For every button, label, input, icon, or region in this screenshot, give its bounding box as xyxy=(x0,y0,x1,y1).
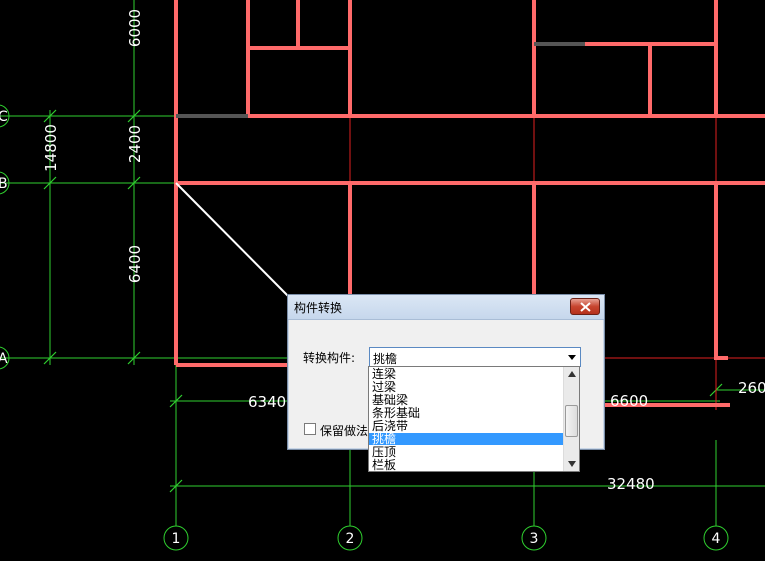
chevron-down-icon xyxy=(568,355,576,360)
component-dropdown-list[interactable]: 连梁 过梁 基础梁 条形基础 后浇带 挑檐 压顶 栏板 xyxy=(368,366,580,472)
convert-component-select[interactable]: 挑檐 xyxy=(369,347,581,367)
cad-canvas[interactable]: 6000 2400 14800 6400 6340 6600 260 32480… xyxy=(0,0,765,561)
dim-14800: 14800 xyxy=(42,124,60,172)
dim-6400: 6400 xyxy=(126,245,144,283)
axis-label-a: A xyxy=(0,351,8,367)
dim-32480: 32480 xyxy=(607,475,655,493)
axis-label-c: C xyxy=(0,109,8,125)
axis-label-b: B xyxy=(0,176,8,192)
keep-method-label: 保留做法 xyxy=(320,424,369,438)
axis-label-1: 1 xyxy=(172,531,181,547)
option-foundation-beam[interactable]: 基础梁 xyxy=(369,394,563,406)
convert-component-label: 转换构件: xyxy=(303,351,356,365)
option-strip-foundation[interactable]: 条形基础 xyxy=(369,407,563,419)
axis-label-4: 4 xyxy=(712,531,721,547)
dim-6340: 6340 xyxy=(248,393,286,411)
keep-method-checkbox[interactable] xyxy=(304,423,316,435)
dim-260: 260 xyxy=(738,379,765,397)
axis-label-3: 3 xyxy=(530,531,539,547)
diagonal-line xyxy=(175,182,291,299)
option-eave[interactable]: 挑檐 xyxy=(369,433,563,445)
dim-6600: 6600 xyxy=(610,392,648,410)
scrollbar-thumb[interactable] xyxy=(565,405,578,437)
option-coping[interactable]: 压顶 xyxy=(369,446,563,458)
option-parapet[interactable]: 栏板 xyxy=(369,459,563,471)
close-icon xyxy=(580,302,591,312)
close-button[interactable] xyxy=(570,298,600,315)
option-guoliang[interactable]: 过梁 xyxy=(369,381,563,393)
gray-wall-segments xyxy=(176,42,585,118)
dim-2400: 2400 xyxy=(126,125,144,163)
axis-label-2: 2 xyxy=(346,531,355,547)
dropdown-scrollbar[interactable] xyxy=(563,367,579,471)
dialog-titlebar[interactable]: 构件转换 xyxy=(288,295,604,320)
option-post-pour-strip[interactable]: 后浇带 xyxy=(369,420,563,432)
select-value: 挑檐 xyxy=(373,352,398,366)
option-lianliang[interactable]: 连梁 xyxy=(369,368,563,380)
scroll-down-icon[interactable] xyxy=(568,461,576,467)
scroll-up-icon[interactable] xyxy=(568,371,576,377)
dim-6000: 6000 xyxy=(126,9,144,47)
dialog-title: 构件转换 xyxy=(294,301,343,315)
